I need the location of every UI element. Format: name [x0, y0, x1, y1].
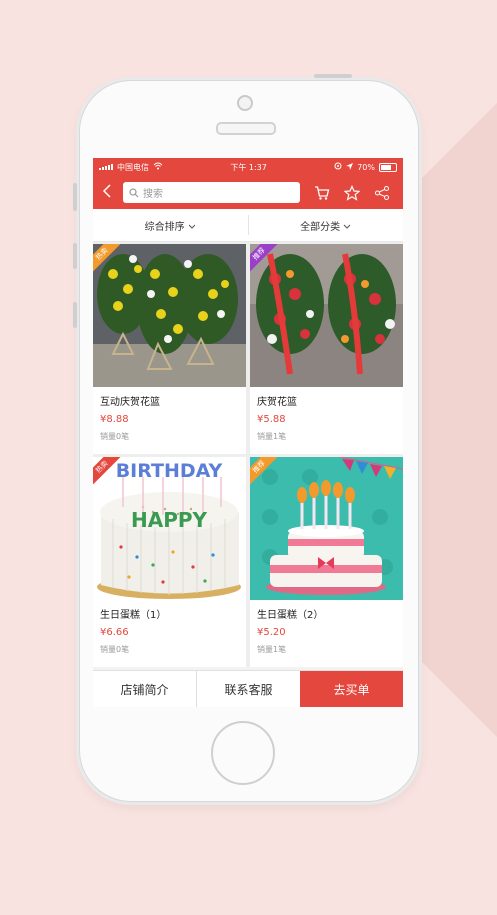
volume-up-button — [73, 243, 77, 269]
product-sales: 销量1笔 — [257, 645, 287, 654]
category-dropdown[interactable]: 全部分类 — [249, 218, 404, 233]
checkout-button[interactable]: 去买单 — [300, 671, 403, 707]
category-label: 全部分类 — [300, 221, 341, 233]
product-image-flower-basket-red: 推荐 — [250, 244, 403, 387]
time-label: 下午 1:37 — [230, 162, 267, 172]
back-icon[interactable] — [99, 182, 115, 203]
product-image-birthday-cake-white: BIRTHDAY HAPPY 热卖 — [93, 457, 246, 600]
signal-icon — [99, 164, 113, 170]
product-card[interactable]: BIRTHDAY HAPPY 热卖 生日蛋糕（1） ¥6.66 销量0笔 — [93, 457, 246, 667]
chevron-down-icon — [188, 224, 196, 229]
nav-bar: 搜索 — [93, 176, 403, 209]
product-name: 庆贺花篮 — [257, 397, 297, 408]
cake-text-happy: HAPPY — [131, 508, 208, 532]
mute-switch — [73, 183, 77, 211]
battery-icon — [378, 162, 397, 172]
sort-dropdown[interactable]: 综合排序 — [93, 218, 248, 233]
shop-intro-button[interactable]: 店铺简介 — [93, 671, 196, 707]
product-price: ¥8.88 — [100, 414, 129, 425]
product-sales: 销量0笔 — [100, 645, 130, 654]
app-screen: 中国电信 下午 1:37 70% 搜索 综合排序 全部分类 热卖 互动庆贺花篮 … — [93, 158, 403, 707]
filter-bar: 综合排序 全部分类 — [93, 209, 403, 242]
wifi-icon — [153, 162, 163, 172]
product-image-birthday-cake-pink: 推荐 — [250, 457, 403, 600]
product-price: ¥5.88 — [257, 414, 286, 425]
bottom-action-bar: 店铺简介 联系客服 去买单 — [93, 670, 403, 707]
cart-icon[interactable] — [314, 185, 330, 201]
product-price: ¥6.66 — [100, 627, 129, 638]
location-icon — [346, 162, 354, 172]
search-placeholder: 搜索 — [143, 189, 163, 200]
share-icon[interactable] — [374, 185, 390, 201]
battery-percent: 70% — [357, 162, 375, 172]
status-bar: 中国电信 下午 1:37 70% — [93, 158, 403, 176]
product-name: 互动庆贺花篮 — [100, 397, 160, 408]
volume-down-button — [73, 302, 77, 328]
product-card[interactable]: 热卖 互动庆贺花篮 ¥8.88 销量0笔 — [93, 244, 246, 454]
home-button[interactable] — [211, 721, 275, 785]
cake-text-birthday: BIRTHDAY — [116, 460, 223, 482]
star-icon[interactable] — [343, 184, 361, 201]
search-icon — [129, 187, 139, 197]
product-image-flower-basket-yellow: 热卖 — [93, 244, 246, 387]
contact-service-button[interactable]: 联系客服 — [196, 671, 300, 707]
front-camera — [237, 95, 253, 111]
carrier-label: 中国电信 — [117, 162, 149, 172]
chevron-down-icon — [343, 224, 351, 229]
lock-rotation-icon — [334, 162, 342, 172]
earpiece-speaker — [216, 122, 276, 135]
product-grid: 热卖 互动庆贺花篮 ¥8.88 销量0笔 推荐 庆贺花篮 ¥5.88 销量1笔 … — [93, 242, 403, 667]
product-sales: 销量1笔 — [257, 432, 287, 441]
search-input[interactable]: 搜索 — [123, 182, 300, 203]
power-button — [314, 74, 352, 78]
product-card[interactable]: 推荐 生日蛋糕（2） ¥5.20 销量1笔 — [250, 457, 403, 667]
product-sales: 销量0笔 — [100, 432, 130, 441]
product-price: ¥5.20 — [257, 627, 286, 638]
sort-label: 综合排序 — [144, 221, 185, 233]
product-name: 生日蛋糕（2） — [257, 610, 324, 621]
product-name: 生日蛋糕（1） — [100, 610, 167, 621]
product-card[interactable]: 推荐 庆贺花篮 ¥5.88 销量1笔 — [250, 244, 403, 454]
